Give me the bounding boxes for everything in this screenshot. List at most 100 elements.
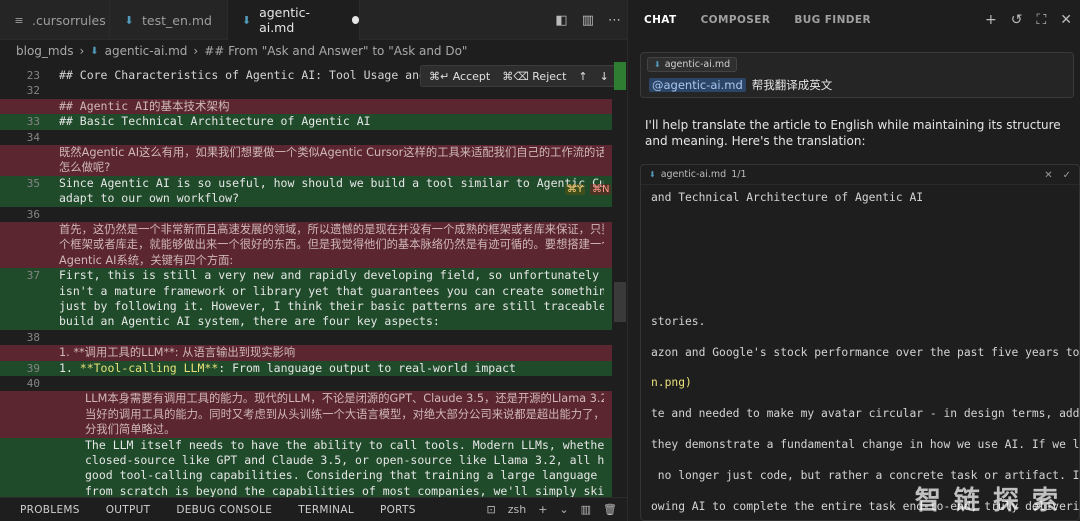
- code-line[interactable]: 怎么做呢?: [0, 160, 612, 176]
- close-icon[interactable]: ✕: [1060, 12, 1072, 28]
- inline-reject-tag[interactable]: ⌘N: [590, 184, 612, 195]
- code-line-text: 1. **Tool-calling LLM**: From language o…: [59, 361, 604, 376]
- code-line-text: good tool-calling capabilities. Consider…: [85, 468, 604, 483]
- tab-agentic-ai[interactable]: ⬇ agentic-ai.md: [228, 0, 360, 40]
- panel-tab-debug-console[interactable]: DEBUG CONSOLE: [176, 504, 272, 516]
- markdown-icon: ⬇: [90, 45, 99, 57]
- reject-button[interactable]: ⌘⌫ Reject: [502, 70, 566, 83]
- context-file-chip[interactable]: ⬇ agentic-ai.md: [647, 57, 738, 72]
- split-terminal-icon[interactable]: ▥: [581, 503, 591, 516]
- code-line[interactable]: 37 First, this is still a very new and ra…: [0, 268, 612, 284]
- panel-tab-output[interactable]: OUTPUT: [106, 504, 151, 516]
- code-line[interactable]: 34: [0, 130, 612, 145]
- code-line[interactable]: 分我们简单略过。: [0, 422, 612, 438]
- code-block-count: 1/1: [731, 169, 747, 180]
- maximize-icon[interactable]: ⛶: [1036, 12, 1046, 28]
- preview-icon[interactable]: ◧: [555, 13, 567, 28]
- chevron-right-icon: ›: [193, 44, 199, 58]
- code-line[interactable]: 38: [0, 330, 612, 345]
- tab-cursorrules[interactable]: ≡ .cursorrules: [0, 0, 110, 40]
- code-block-line: they demonstrate a fundamental change in…: [651, 438, 1080, 452]
- code-line[interactable]: 35 Since Agentic AI is so useful, how sho…: [0, 175, 612, 192]
- file-mention[interactable]: @agentic-ai.md: [649, 78, 746, 92]
- watermark: 智 链 探 索: [914, 486, 1060, 516]
- code-line[interactable]: build an Agentic AI system, there are fo…: [0, 314, 612, 330]
- code-line[interactable]: isn't a mature framework or library yet …: [0, 283, 612, 299]
- code-line[interactable]: 个框架或者库走，就能够做出来一个很好的东西。但是我觉得他们的基本脉络仍然是有迹可…: [0, 237, 612, 253]
- bold-text: **Tool-calling LLM**: [79, 360, 219, 375]
- code-line-text: 个框架或者库走，就能够做出来一个很好的东西。但是我觉得他们的基本脉络仍然是有迹可…: [59, 238, 604, 252]
- code-line-text: 既然Agentic AI这么有用，如果我们想要做一个类似Agentic Curs…: [59, 146, 604, 159]
- chevron-down-icon[interactable]: ⌄: [559, 503, 568, 516]
- terminal-controls: ⊡ zsh + ⌄ ▥ 🗑: [486, 503, 617, 516]
- code-line-text: isn't a mature framework or library yet …: [59, 283, 604, 298]
- code-line[interactable]: Agentic AI系统，关键有四个方面:: [0, 252, 612, 269]
- code-line[interactable]: good tool-calling capabilities. Consider…: [0, 468, 612, 484]
- code-line[interactable]: 1. **调用工具的LLM**: 从语言输出到现实影响: [0, 345, 612, 361]
- accept-button[interactable]: ⌘↵ Accept: [429, 70, 490, 83]
- accept-shortcut: ⌘↵: [429, 69, 450, 83]
- code-line[interactable]: adapt to our own workflow?: [0, 191, 612, 207]
- scrollbar-thumb[interactable]: [614, 282, 626, 322]
- code-line[interactable]: 既然Agentic AI这么有用，如果我们想要做一个类似Agentic Curs…: [0, 145, 612, 161]
- editor-actions: ◧ ▥ ⋯: [555, 0, 621, 40]
- panel-tab-terminal[interactable]: TERMINAL: [298, 504, 354, 516]
- line-number: 38: [26, 330, 40, 344]
- split-editor-icon[interactable]: ▥: [582, 13, 594, 28]
- trash-icon[interactable]: 🗑: [603, 503, 617, 516]
- code-line[interactable]: 33 ## Basic Technical Architecture of Age…: [0, 114, 612, 130]
- assistant-reply: I'll help translate the article to Engli…: [645, 118, 1061, 148]
- new-terminal-button[interactable]: +: [538, 503, 547, 516]
- unsaved-dot-icon[interactable]: [351, 16, 359, 24]
- code-line[interactable]: just by following it. However, I think t…: [0, 299, 612, 315]
- code-line[interactable]: 39 1. **Tool-calling LLM**: From language…: [0, 360, 612, 376]
- code-line[interactable]: 首先，这仍然是一个非常新而且高速发展的领域，所以遗憾的是现在并没有一个成熟的框架…: [0, 222, 612, 238]
- code-line[interactable]: closed-source like GPT and Claude 3.5, o…: [0, 453, 612, 469]
- chat-message-text: 帮我翻译成英文: [751, 78, 833, 92]
- more-actions-icon[interactable]: ⋯: [608, 13, 621, 28]
- code-block-line: and Technical Architecture of Agentic AI: [651, 191, 924, 204]
- inline-accept-tag[interactable]: ⌘Y: [565, 184, 586, 195]
- chat-message[interactable]: ⬇ agentic-ai.md @agentic-ai.md 帮我翻译成英文: [640, 52, 1074, 98]
- panel-tab-problems[interactable]: PROBLEMS: [20, 504, 80, 516]
- code-line[interactable]: 36: [0, 207, 612, 222]
- breadcrumb-section[interactable]: ## From "Ask and Answer" to "Ask and Do": [204, 44, 467, 58]
- code-line-text: Agentic AI系统，关键有四个方面:: [59, 253, 234, 267]
- line-number: 36: [26, 207, 40, 221]
- code-line[interactable]: The LLM itself needs to have the ability…: [0, 437, 612, 453]
- code-block-line: azon and Google's stock performance over…: [651, 345, 1080, 359]
- tab-composer[interactable]: COMPOSER: [701, 14, 771, 26]
- code-line-text: 分我们简单略过。: [85, 423, 176, 437]
- code-line-text: Since Agentic AI is so useful, how shoul…: [59, 175, 604, 190]
- line-number: 34: [26, 130, 40, 144]
- history-icon[interactable]: ↺: [1011, 12, 1023, 28]
- tab-chat[interactable]: CHAT: [644, 14, 677, 26]
- chat-actions: + ↺ ⛶ ✕: [985, 0, 1072, 40]
- arrow-down-icon[interactable]: ↓: [600, 70, 609, 83]
- code-line-text: 怎么做呢?: [59, 161, 111, 175]
- code-line[interactable]: ## Agentic AI的基本技术架构: [0, 98, 612, 115]
- line-rest: : From language output to real-world imp…: [218, 360, 516, 375]
- terminal-shell-label[interactable]: zsh: [508, 503, 526, 516]
- check-icon[interactable]: ✓: [1063, 170, 1071, 181]
- reject-label: Reject: [532, 69, 567, 83]
- code-line[interactable]: LLM本身需要有调用工具的能力。现代的LLM，不论是闭源的GPT、Claude …: [0, 391, 612, 407]
- breadcrumb-folder[interactable]: blog_mds: [16, 44, 73, 58]
- plus-icon[interactable]: +: [985, 12, 997, 28]
- code-line-text: adapt to our own workflow?: [59, 191, 240, 206]
- close-icon[interactable]: ✕: [1044, 170, 1052, 181]
- code-line[interactable]: 当好的调用工具的能力。同时又考虑到从头训练一个大语言模型，对绝大部分公司来说都是…: [0, 406, 612, 423]
- code-line[interactable]: 40: [0, 376, 612, 391]
- terminal-icon: ⊡: [486, 503, 496, 516]
- arrow-up-icon[interactable]: ↑: [578, 70, 587, 83]
- context-file-label: agentic-ai.md: [664, 59, 731, 70]
- code-line-text: LLM本身需要有调用工具的能力。现代的LLM，不论是闭源的GPT、Claude …: [85, 392, 604, 406]
- tab-label: agentic-ai.md: [259, 5, 311, 35]
- code-line-text: ## Agentic AI的基本技术架构: [59, 98, 230, 113]
- tab-test-en[interactable]: ⬇ test_en.md: [110, 0, 228, 40]
- list-marker: 1.: [59, 360, 80, 375]
- tab-bug-finder[interactable]: BUG FINDER: [794, 14, 871, 26]
- panel-tab-ports[interactable]: PORTS: [380, 504, 416, 516]
- breadcrumb-file[interactable]: agentic-ai.md: [105, 44, 188, 58]
- code-line-text: First, this is still a very new and rapi…: [59, 268, 604, 283]
